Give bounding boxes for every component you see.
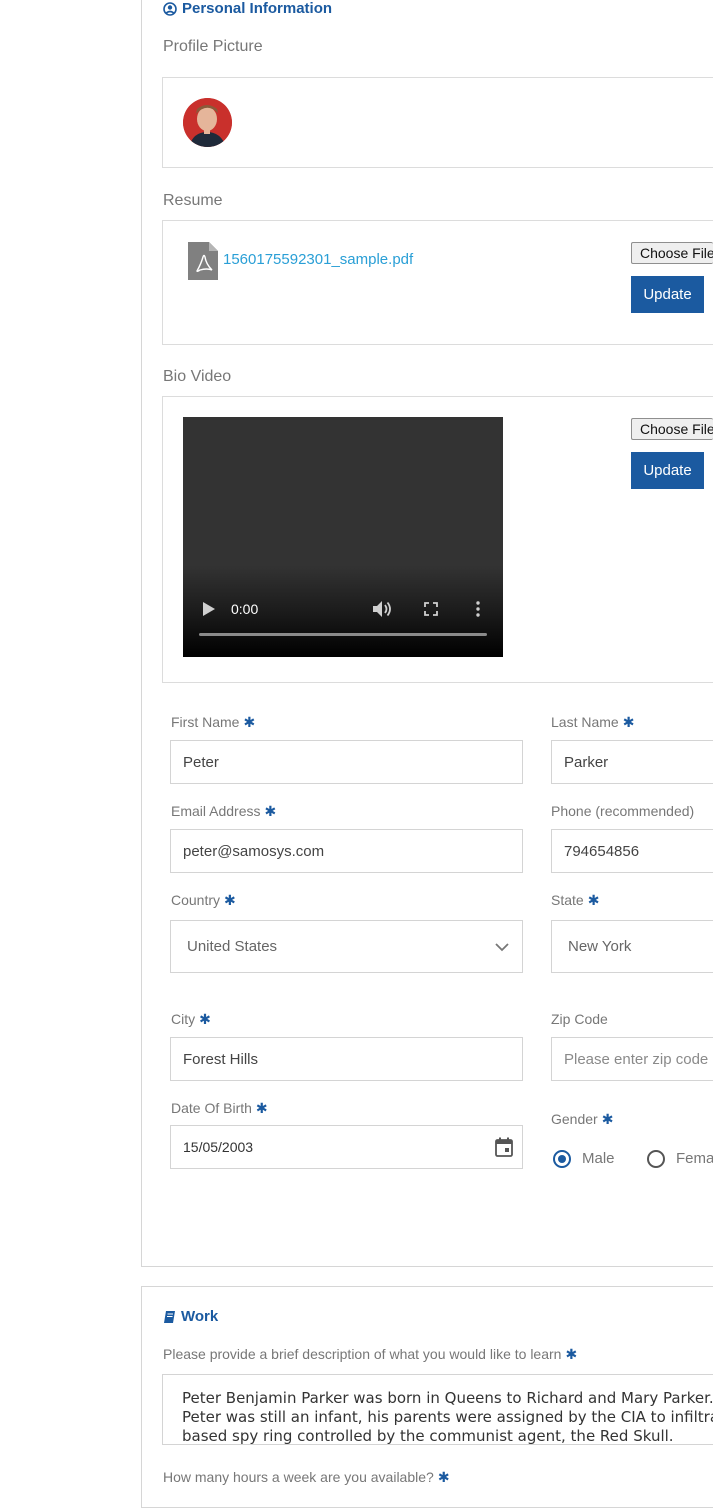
book-icon: [164, 1310, 175, 1323]
country-select[interactable]: United States: [170, 920, 523, 973]
resume-update-button[interactable]: Update: [631, 276, 704, 313]
video-update-button[interactable]: Update: [631, 452, 704, 489]
zip-code-label: Zip Code: [551, 1011, 608, 1027]
date-of-birth-value: 15/05/2003: [183, 1139, 254, 1155]
date-of-birth-label: Date Of Birth ✱: [171, 1100, 268, 1116]
date-of-birth-input[interactable]: 15/05/2003: [170, 1125, 523, 1169]
hours-available-label: How many hours a week are you available?…: [163, 1469, 450, 1485]
resume-label: Resume: [163, 192, 223, 209]
calendar-icon[interactable]: [495, 1137, 513, 1157]
video-progress-bar[interactable]: [199, 633, 487, 636]
state-label: State ✱: [551, 892, 600, 908]
required-asterisk: ✱: [565, 1346, 578, 1362]
play-icon[interactable]: [202, 601, 216, 617]
gender-male-label[interactable]: Male: [582, 1150, 615, 1167]
gender-label: Gender ✱: [551, 1111, 614, 1127]
learn-text-line: Peter Benjamin Parker was born in Queens…: [182, 1389, 713, 1407]
city-input[interactable]: Forest Hills: [170, 1037, 523, 1081]
user-circle-icon: [163, 1, 177, 16]
city-label: City ✱: [171, 1011, 211, 1027]
zip-code-input[interactable]: Please enter zip code: [551, 1037, 713, 1081]
last-name-label: Last Name ✱: [551, 714, 635, 730]
fullscreen-icon[interactable]: [424, 602, 438, 616]
avatar[interactable]: [183, 98, 232, 147]
learn-description-label: Please provide a brief description of wh…: [163, 1346, 578, 1362]
last-name-input[interactable]: Parker: [551, 740, 713, 784]
learn-description-textarea[interactable]: Peter Benjamin Parker was born in Queens…: [162, 1374, 713, 1445]
zip-code-placeholder: Please enter zip code: [564, 1050, 709, 1068]
state-select-value: New York: [568, 938, 632, 955]
video-player[interactable]: 0:00: [183, 417, 503, 657]
profile-picture-label: Profile Picture: [163, 38, 263, 55]
country-select-value: United States: [187, 938, 278, 955]
resume-file-link[interactable]: 1560175592301_sample.pdf: [223, 251, 413, 268]
first-name-label: First Name ✱: [171, 714, 256, 730]
more-options-icon[interactable]: [476, 601, 480, 617]
email-label: Email Address ✱: [171, 803, 277, 819]
personal-info-title: Personal Information: [163, 0, 332, 17]
pdf-file-icon: [188, 242, 218, 280]
country-label: Country ✱: [171, 892, 236, 908]
required-asterisk: ✱: [601, 1111, 614, 1127]
required-asterisk: ✱: [243, 714, 256, 730]
chevron-down-icon: [495, 943, 509, 952]
personal-info-title-text: Personal Information: [182, 0, 333, 17]
email-input[interactable]: peter@samosys.com: [170, 829, 523, 873]
gender-male-radio[interactable]: [553, 1150, 571, 1168]
gender-female-label[interactable]: Female: [676, 1150, 713, 1167]
volume-icon[interactable]: [372, 600, 394, 618]
profile-picture-box: [162, 77, 713, 168]
required-asterisk: ✱: [224, 892, 236, 908]
gender-female-radio[interactable]: [647, 1150, 665, 1168]
learn-text-line: Peter was still an infant, his parents w…: [182, 1408, 713, 1426]
avatar-image: [183, 98, 232, 147]
learn-text-line: based spy ring controlled by the communi…: [182, 1427, 674, 1445]
required-asterisk: ✱: [587, 892, 600, 908]
required-asterisk: ✱: [437, 1469, 450, 1485]
required-asterisk: ✱: [255, 1100, 268, 1116]
required-asterisk: ✱: [199, 1011, 211, 1027]
state-select[interactable]: New York: [551, 920, 713, 973]
work-title: Work: [163, 1308, 218, 1325]
bio-video-label: Bio Video: [163, 368, 232, 385]
video-choose-file-button[interactable]: Choose File: [631, 418, 713, 440]
resume-choose-file-button[interactable]: Choose File: [631, 242, 713, 264]
required-asterisk: ✱: [622, 714, 635, 730]
video-time: 0:00: [231, 601, 259, 617]
work-title-text: Work: [181, 1308, 219, 1325]
phone-label: Phone (recommended): [551, 803, 695, 819]
phone-input[interactable]: 794654856: [551, 829, 713, 873]
required-asterisk: ✱: [264, 803, 277, 819]
first-name-input[interactable]: Peter: [170, 740, 523, 784]
